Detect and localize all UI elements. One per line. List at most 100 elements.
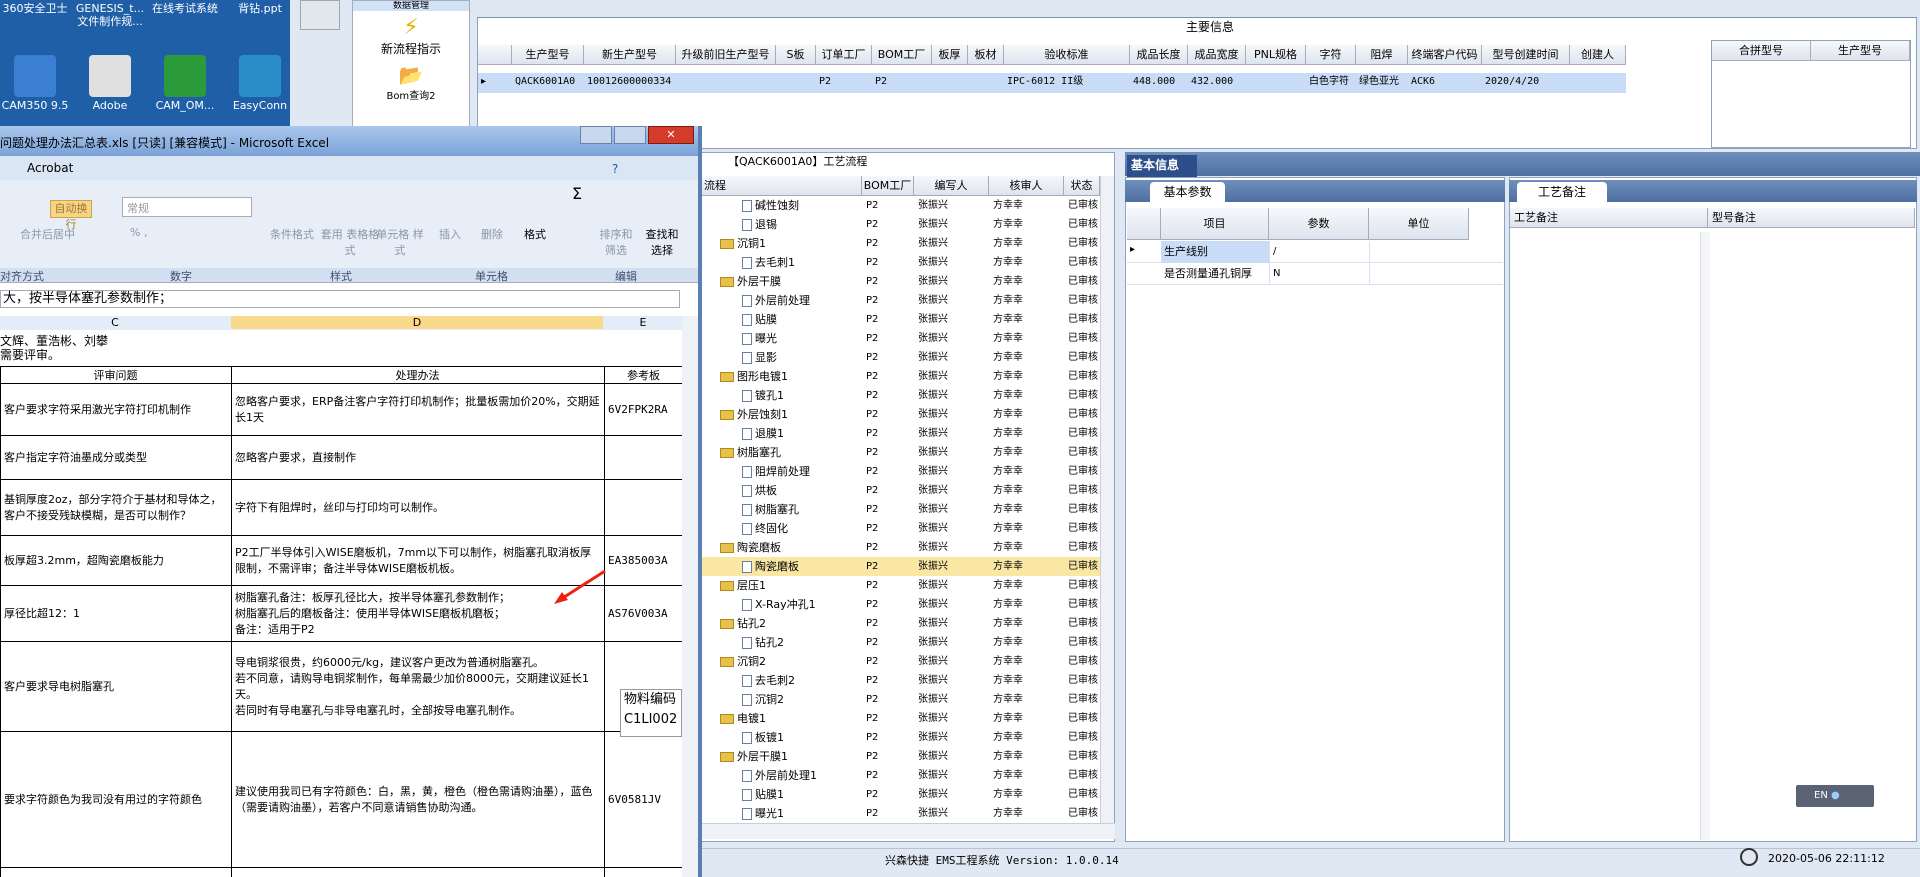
flow-row[interactable]: 终固化 P2 张振兴 方幸幸 已审核 (700, 519, 1100, 538)
flow-row[interactable]: 贴膜 P2 张振兴 方幸幸 已审核 (700, 310, 1100, 329)
main-info-cell[interactable] (968, 73, 1004, 91)
maximize-button[interactable] (614, 126, 646, 144)
side-btn-data-manage[interactable]: 数据管理 (353, 1, 469, 11)
ribbon-tab-acrobat[interactable]: Acrobat (27, 161, 73, 175)
flow-row[interactable]: 显影 P2 张振兴 方幸幸 已审核 (700, 348, 1100, 367)
sheet-cell-ref[interactable]: 6V2FPK2RA (604, 384, 682, 435)
side-icon-button[interactable] (300, 0, 340, 30)
flow-row[interactable]: 钻孔2 P2 张振兴 方幸幸 已审核 (700, 633, 1100, 652)
flow-scrollbar[interactable] (1100, 176, 1114, 826)
desktop-icon[interactable]: 360安全卫士 (0, 2, 70, 15)
sheet-cell-a[interactable]: 忽略客户要求，ERP备注客户字符打印机制作；批量板需加价20%，交期延长1天 (231, 384, 603, 435)
ime-indicator[interactable]: EN ● (1796, 785, 1874, 807)
main-info-cell[interactable]: P2 (872, 73, 932, 91)
flow-row[interactable]: 退锡 P2 张振兴 方幸幸 已审核 (700, 215, 1100, 234)
flow-row[interactable]: 沉铜1 P2 张振兴 方幸幸 已审核 (700, 234, 1100, 253)
main-info-row[interactable]: ▸ QACK6001A0 10012600000334 P2 P2 IPC-6012 II… (478, 73, 1626, 93)
flow-row[interactable]: 碱性蚀刻 P2 张振兴 方幸幸 已审核 (700, 196, 1100, 215)
flow-row[interactable]: 外层蚀刻1 P2 张振兴 方幸幸 已审核 (700, 405, 1100, 424)
main-info-cell[interactable] (932, 73, 968, 91)
basic-param[interactable]: / (1269, 241, 1369, 263)
sheet-cell-ref[interactable]: AS76V003A (604, 586, 682, 641)
flow-row[interactable]: 镀孔1 P2 张振兴 方幸幸 已审核 (700, 386, 1100, 405)
sheet-cell-q[interactable]: 客户指定字符油墨成分或类型 (0, 436, 230, 479)
main-info-cell[interactable]: 432.000 (1188, 73, 1246, 91)
flow-row[interactable]: 去毛刺2 P2 张振兴 方幸幸 已审核 (700, 671, 1100, 690)
sheet-body[interactable]: 评审问题 处理办法 参考板 客户要求字符采用激光字符打印机制作 忽略客户要求，ERP备注… (0, 366, 682, 877)
format-button[interactable]: 格式 (515, 226, 555, 242)
sheet-cell-a[interactable]: 忽略客户要求，直接制作 (231, 436, 603, 479)
sheet-row[interactable]: 基铜厚度2oz，部分字符介于基材和导体之，客户不接受残缺模糊，是否可以制作？ 字符… (0, 480, 682, 536)
main-info-cell[interactable]: P2 (816, 73, 872, 91)
main-info-cell[interactable]: 2020/4/20 (1482, 73, 1570, 91)
flow-hscrollbar[interactable] (700, 823, 1115, 839)
close-button[interactable]: ✕ (648, 126, 694, 144)
sheet-row[interactable]: 要求字符颜色为我司没有用过的字符颜色 建议使用我司已有字符颜色：白，黑，黄，橙色（… (0, 732, 682, 868)
sheet-row[interactable]: 客户要求字符采用激光字符打印机制作 忽略客户要求，ERP备注客户字符打印机制作；批… (0, 384, 682, 436)
sheet-cell-q[interactable]: 客户要求字符采用激光字符打印机制作 (0, 384, 230, 435)
desktop-icon[interactable]: Adobe (75, 55, 145, 112)
sheet-cell-q[interactable]: 客户要求导电树脂塞孔 (0, 642, 230, 731)
sheet-cell-a[interactable]: 字符下有阻焊时，丝印与打印均可以制作。 (231, 480, 603, 535)
cell-style-button[interactable]: 单元格 样式 (375, 226, 425, 258)
sheet-cell-ref[interactable]: 6V0581JV (604, 732, 682, 867)
sheet-cell-a[interactable]: P2工厂半导体引入WISE磨板机，7mm以下可以制作，树脂塞孔取消板厚限制，不需… (231, 536, 603, 585)
basic-unit[interactable] (1369, 263, 1469, 285)
sheet-cell-a[interactable]: 导电铜浆很贵，约6000元/kg，建议客户更改为普通树脂塞孔。 若不同意，请购导… (231, 642, 603, 731)
flow-row[interactable]: 树脂塞孔 P2 张振兴 方幸幸 已审核 (700, 443, 1100, 462)
basic-row[interactable]: ▸ 生产线别 / (1127, 241, 1503, 263)
sheet-row[interactable]: 填写多个字符流程，字符工序注明各种字符颜色制作顺序与对应 (0, 868, 682, 877)
flow-row[interactable]: 钻孔2 P2 张振兴 方幸幸 已审核 (700, 614, 1100, 633)
flow-row[interactable]: 曝光 P2 张振兴 方幸幸 已审核 (700, 329, 1100, 348)
flow-row[interactable]: 图形电镀1 P2 张振兴 方幸幸 已审核 (700, 367, 1100, 386)
flow-row[interactable]: 陶瓷磨板 P2 张振兴 方幸幸 已审核 (700, 538, 1100, 557)
flow-row[interactable]: 外层前处理1 P2 张振兴 方幸幸 已审核 (700, 766, 1100, 785)
main-info-cell[interactable]: IPC-6012 II级 (1004, 73, 1130, 91)
sheet-cell-q[interactable]: 基铜厚度2oz，部分字符介于基材和导体之，客户不接受残缺模糊，是否可以制作？ (0, 480, 230, 535)
new-flow-button[interactable]: 新流程指示 (353, 40, 469, 57)
flow-row[interactable]: 阻焊前处理 P2 张振兴 方幸幸 已审核 (700, 462, 1100, 481)
sheet-cell-q[interactable]: 厚径比超12：1 (0, 586, 230, 641)
main-info-cell[interactable]: QACK6001A0 (512, 73, 584, 91)
sheet-cell-ref[interactable] (604, 480, 682, 535)
main-info-cell[interactable]: 白色字符 (1306, 73, 1356, 91)
flow-row[interactable]: 退膜1 P2 张振兴 方幸幸 已审核 (700, 424, 1100, 443)
basic-params-tab[interactable]: 基本参数 (1150, 182, 1225, 202)
basic-unit[interactable] (1369, 241, 1469, 263)
delete-button[interactable]: 删除 (474, 226, 510, 242)
flow-row[interactable]: 贴膜1 P2 张振兴 方幸幸 已审核 (700, 785, 1100, 804)
sheet-cell-q[interactable] (0, 868, 230, 877)
conditional-format-button[interactable]: 条件格式 (262, 226, 322, 242)
flow-row[interactable]: 烘板 P2 张振兴 方幸幸 已审核 (700, 481, 1100, 500)
table-style-button[interactable]: 套用 表格格式 (320, 226, 380, 258)
flow-row[interactable]: 层压1 P2 张振兴 方幸幸 已审核 (700, 576, 1100, 595)
process-note-tab[interactable]: 工艺备注 (1517, 182, 1607, 202)
main-info-cell[interactable] (1570, 73, 1626, 91)
main-info-cell[interactable]: 448.000 (1130, 73, 1188, 91)
find-select-button[interactable]: 查找和 选择 (640, 226, 684, 258)
sum-icon[interactable]: Σ (572, 184, 582, 203)
sheet-cell-a[interactable]: 填写多个字符流程，字符工序注明各种字符颜色制作顺序与对应 (231, 868, 603, 877)
sheet-cell-ref[interactable]: EA385003A (604, 536, 682, 585)
desktop-icon[interactable]: CAM_OM... (150, 55, 220, 112)
formula-bar[interactable]: 大，按半导体塞孔参数制作； (0, 290, 680, 308)
sheet-cell-q[interactable]: 要求字符颜色为我司没有用过的字符颜色 (0, 732, 230, 867)
desktop-icon[interactable]: CAM350 9.5 (0, 55, 70, 112)
main-info-cell[interactable]: 10012600000334 (584, 73, 676, 91)
sheet-cell-ref[interactable] (604, 436, 682, 479)
flow-row[interactable]: 外层干膜 P2 张振兴 方幸幸 已审核 (700, 272, 1100, 291)
insert-button[interactable]: 插入 (432, 226, 468, 242)
main-info-cell[interactable] (1246, 73, 1306, 91)
flow-row[interactable]: 电镀1 P2 张振兴 方幸幸 已审核 (700, 709, 1100, 728)
basic-param[interactable]: N (1269, 263, 1369, 285)
flow-row[interactable]: 沉铜2 P2 张振兴 方幸幸 已审核 (700, 652, 1100, 671)
sheet-row[interactable]: 客户要求导电树脂塞孔 导电铜浆很贵，约6000元/kg，建议客户更改为普通树脂塞孔… (0, 642, 682, 732)
col-d[interactable]: D (231, 316, 603, 329)
flow-row[interactable]: 去毛刺1 P2 张振兴 方幸幸 已审核 (700, 253, 1100, 272)
flow-tree[interactable]: 碱性蚀刻 P2 张振兴 方幸幸 已审核 退锡 P2 张振兴 方幸幸 已审核 沉铜1 P2 张振兴 方幸幸已… (700, 196, 1100, 823)
flow-row[interactable]: 板镀1 P2 张振兴 方幸幸 已审核 (700, 728, 1100, 747)
flow-row[interactable]: X-Ray冲孔1 P2 张振兴 方幸幸 已审核 (700, 595, 1100, 614)
sheet-cell-a[interactable]: 树脂塞孔备注：板厚孔径比大，按半导体塞孔参数制作； 树脂塞孔后的磨板备注：使用半… (231, 586, 603, 641)
sheet-scrollbar[interactable] (682, 316, 698, 877)
flow-row[interactable]: 陶瓷磨板 P2 张振兴 方幸幸 已审核 (700, 557, 1100, 576)
